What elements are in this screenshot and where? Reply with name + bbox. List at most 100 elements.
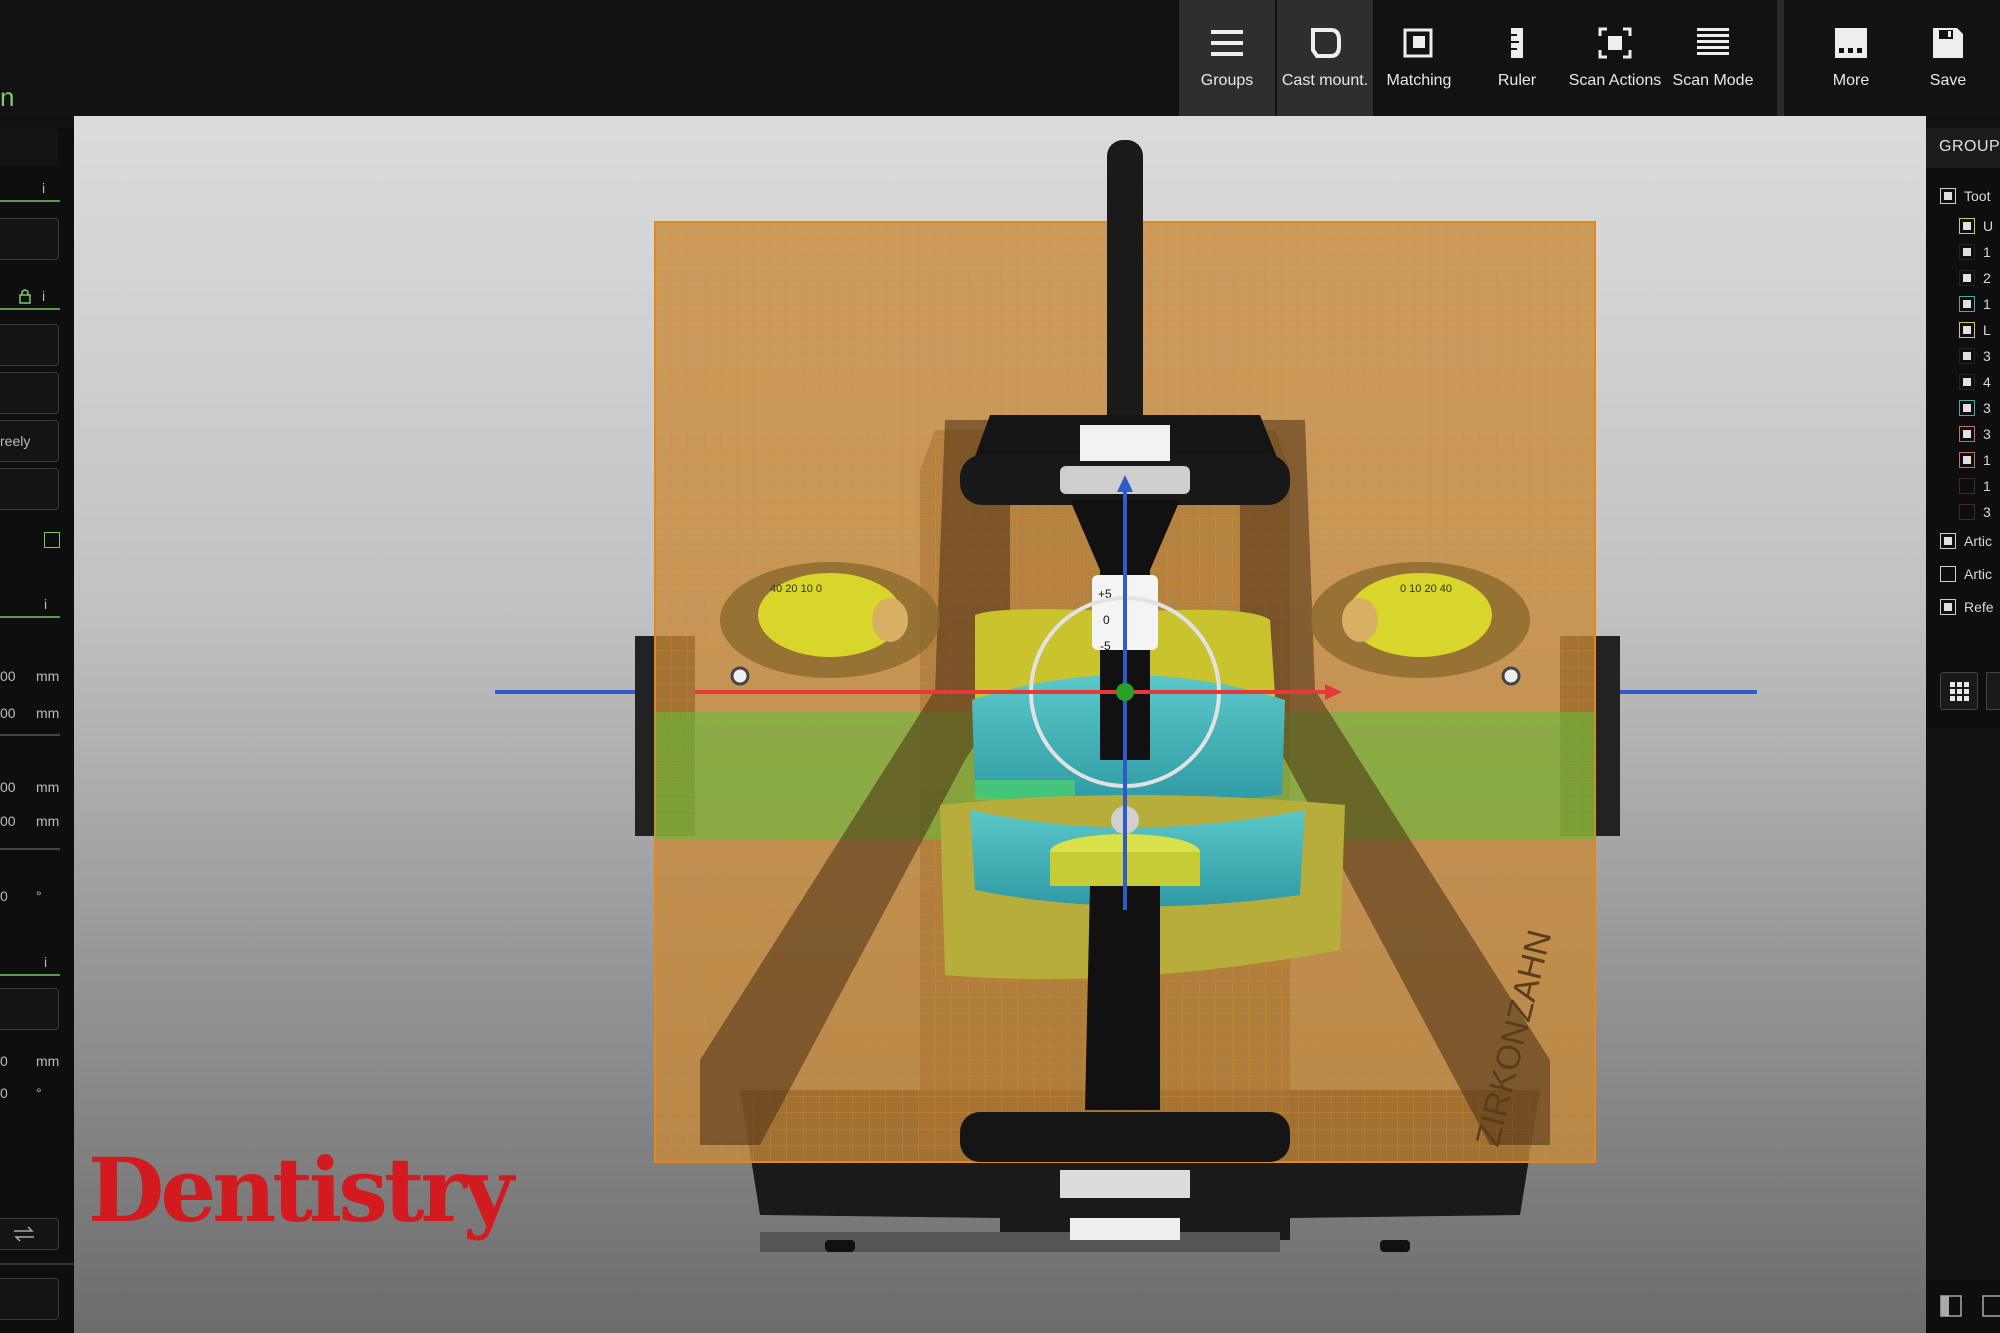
group-item[interactable]: 3 bbox=[1959, 345, 1991, 367]
pin-clamp bbox=[1080, 425, 1170, 461]
info-icon[interactable]: i bbox=[44, 954, 47, 970]
group-checkbox[interactable] bbox=[1959, 374, 1975, 390]
lock-icon[interactable] bbox=[18, 288, 32, 304]
condyle-scale-left: 40 20 10 0 bbox=[770, 583, 822, 595]
base-foot-right bbox=[1380, 1240, 1410, 1252]
option-label: reely bbox=[0, 433, 31, 449]
matching-button[interactable]: Matching bbox=[1371, 0, 1467, 116]
group-item[interactable]: 4 bbox=[1959, 371, 1991, 393]
group-item[interactable]: 1 bbox=[1959, 449, 1991, 471]
group-item[interactable]: Toot bbox=[1940, 185, 1990, 207]
field-value: 00 bbox=[0, 705, 16, 721]
group-checkbox[interactable] bbox=[1940, 533, 1956, 549]
gizmo-center[interactable] bbox=[1116, 683, 1134, 701]
cast-mount-icon bbox=[1311, 28, 1341, 58]
input-field[interactable] bbox=[0, 372, 59, 414]
field-value: 00 bbox=[0, 668, 16, 684]
field-value: 0 bbox=[0, 1053, 8, 1069]
left-condyle-knob bbox=[872, 598, 908, 642]
group-label: 4 bbox=[1983, 374, 1991, 390]
group-checkbox[interactable] bbox=[1959, 322, 1975, 338]
group-checkbox[interactable] bbox=[1959, 244, 1975, 260]
base-foot-left bbox=[825, 1240, 855, 1252]
cast-mount-label: Cast mount. bbox=[1281, 72, 1369, 89]
group-checkbox[interactable] bbox=[1959, 452, 1975, 468]
group-checkbox[interactable] bbox=[1959, 348, 1975, 364]
groups-label: Groups bbox=[1200, 72, 1254, 89]
group-item[interactable]: L bbox=[1959, 319, 1991, 341]
group-checkbox[interactable] bbox=[1940, 599, 1956, 615]
group-item[interactable]: Artic bbox=[1940, 563, 1992, 585]
ruler-icon bbox=[1511, 28, 1523, 58]
option-checkbox[interactable] bbox=[44, 532, 60, 548]
save-icon bbox=[1933, 28, 1963, 58]
field-unit: mm bbox=[36, 668, 60, 684]
group-label: L bbox=[1983, 322, 1991, 338]
more-label: More bbox=[1832, 72, 1870, 89]
group-item[interactable]: 3 bbox=[1959, 501, 1991, 523]
group-label: 3 bbox=[1983, 504, 1991, 520]
group-label: Refe bbox=[1964, 599, 1994, 615]
group-label: Artic bbox=[1964, 566, 1992, 582]
group-item[interactable]: 1 bbox=[1959, 293, 1991, 315]
group-item[interactable]: 3 bbox=[1959, 423, 1991, 445]
cast-mount-button[interactable]: Cast mount. bbox=[1277, 0, 1373, 116]
action-button[interactable] bbox=[0, 1218, 59, 1250]
group-label: 3 bbox=[1983, 426, 1991, 442]
group-checkbox[interactable] bbox=[1959, 218, 1975, 234]
group-checkbox[interactable] bbox=[1959, 270, 1975, 286]
scan-actions-button[interactable]: Scan Actions bbox=[1567, 0, 1663, 116]
group-checkbox[interactable] bbox=[1959, 478, 1975, 494]
field-unit: ° bbox=[36, 888, 42, 904]
dentistry-watermark: Dentistry bbox=[88, 1138, 514, 1242]
group-checkbox[interactable] bbox=[1959, 504, 1975, 520]
groups-button[interactable]: Groups bbox=[1179, 0, 1275, 116]
view-mode-icon[interactable] bbox=[1982, 1295, 2000, 1319]
group-checkbox[interactable] bbox=[1959, 400, 1975, 416]
input-field[interactable] bbox=[0, 1278, 59, 1320]
group-checkbox[interactable] bbox=[1959, 426, 1975, 442]
left-properties-panel: i i reely i 00 mm 00 mm 00 mm 00 mm 0 ° … bbox=[0, 128, 74, 1333]
group-item[interactable]: U bbox=[1959, 215, 1993, 237]
group-item[interactable]: 2 bbox=[1959, 267, 1991, 289]
top-toolbar: n Groups Cast mount. Matching Ruler Scan… bbox=[0, 0, 2000, 116]
left-pivot-screw bbox=[730, 666, 750, 686]
input-field[interactable] bbox=[0, 324, 59, 366]
group-checkbox[interactable] bbox=[1940, 566, 1956, 582]
group-item[interactable]: Refe bbox=[1940, 596, 1994, 618]
group-item[interactable]: Artic bbox=[1940, 530, 1992, 552]
field-unit: ° bbox=[36, 1085, 42, 1101]
pin-scale-minus: -5 bbox=[1100, 639, 1111, 653]
more-icon bbox=[1835, 28, 1867, 58]
group-item[interactable]: 1 bbox=[1959, 475, 1991, 497]
info-icon[interactable]: i bbox=[44, 596, 47, 612]
grid-view-button[interactable] bbox=[1940, 672, 1978, 710]
group-item[interactable]: 3 bbox=[1959, 397, 1991, 419]
group-checkbox[interactable] bbox=[1959, 296, 1975, 312]
group-item[interactable]: 1 bbox=[1959, 241, 1991, 263]
input-field[interactable] bbox=[0, 468, 59, 510]
more-button[interactable]: More bbox=[1803, 0, 1899, 116]
left-panel-header bbox=[0, 128, 58, 166]
group-label: Artic bbox=[1964, 533, 1992, 549]
view-mode-icon[interactable] bbox=[1940, 1295, 1964, 1319]
section-divider bbox=[0, 616, 60, 618]
swap-icon bbox=[14, 1226, 34, 1242]
app-title-fragment: n bbox=[0, 82, 15, 112]
input-field[interactable] bbox=[0, 988, 59, 1030]
save-button[interactable]: Save bbox=[1900, 0, 1996, 116]
list-view-button[interactable] bbox=[1986, 672, 2000, 710]
condyle-scale-right: 0 10 20 40 bbox=[1400, 583, 1452, 595]
scan-actions-icon bbox=[1598, 27, 1632, 59]
info-icon[interactable]: i bbox=[42, 180, 45, 196]
groups-panel: GROUPS Toot U 1 2 1 L 3 4 3 3 1 1 3 Arti… bbox=[1926, 128, 2000, 728]
ruler-button[interactable]: Ruler bbox=[1469, 0, 1565, 116]
group-label: 1 bbox=[1983, 244, 1991, 260]
scan-mode-button[interactable]: Scan Mode bbox=[1665, 0, 1761, 116]
group-checkbox[interactable] bbox=[1940, 188, 1956, 204]
group-label: 3 bbox=[1983, 400, 1991, 416]
group-label: 1 bbox=[1983, 452, 1991, 468]
info-icon[interactable]: i bbox=[42, 288, 45, 304]
input-field[interactable] bbox=[0, 218, 59, 260]
group-label: 3 bbox=[1983, 348, 1991, 364]
